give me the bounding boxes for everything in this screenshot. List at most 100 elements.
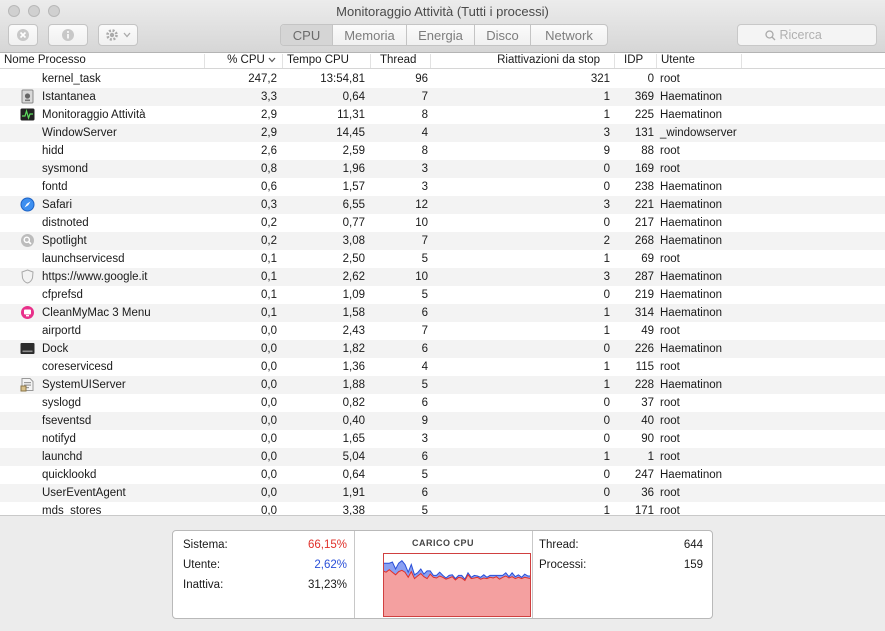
table-row[interactable]: Spotlight 0,2 3,08 7 2 268 Haematinon xyxy=(0,232,885,250)
process-user: Haematinon xyxy=(660,469,723,481)
table-row[interactable]: Dock 0,0 1,82 6 0 226 Haematinon xyxy=(0,340,885,358)
idle-wakeups: 0 xyxy=(603,415,610,427)
inspect-process-button[interactable] xyxy=(48,24,88,46)
table-row[interactable]: fontd 0,6 1,57 3 0 238 Haematinon xyxy=(0,178,885,196)
table-row[interactable]: UserEventAgent 0,0 1,91 6 0 36 root xyxy=(0,484,885,502)
table-row[interactable]: syslogd 0,0 0,82 6 0 37 root xyxy=(0,394,885,412)
column-header-process-name[interactable]: Nome Processo xyxy=(0,54,205,68)
cpu-time: 5,04 xyxy=(342,451,365,463)
user-label: Utente: xyxy=(183,559,221,571)
idle-wakeups: 1 xyxy=(603,361,610,373)
thread-count: 5 xyxy=(421,289,428,301)
activity-monitor-icon xyxy=(20,107,35,122)
process-name: Spotlight xyxy=(42,235,87,247)
process-name: fseventsd xyxy=(42,415,92,427)
thread-count: 10 xyxy=(415,217,428,229)
thread-count: 6 xyxy=(421,307,428,319)
column-header-idle-wakeups[interactable]: Riattivazioni da stop xyxy=(431,54,615,68)
process-id: 115 xyxy=(635,361,654,373)
table-row[interactable]: coreservicesd 0,0 1,36 4 1 115 root xyxy=(0,358,885,376)
cpu-summary-panel: Sistema: 66,15% Utente: 2,62% Inattiva: … xyxy=(172,530,713,619)
process-user: Haematinon xyxy=(660,91,723,103)
idle-wakeups: 0 xyxy=(603,433,610,445)
cpu-percent: 0,2 xyxy=(261,217,277,229)
idle-wakeups: 1 xyxy=(603,307,610,319)
thread-count: 5 xyxy=(421,505,428,515)
process-id: 169 xyxy=(634,163,654,175)
table-row[interactable]: distnoted 0,2 0,77 10 0 217 Haematinon xyxy=(0,214,885,232)
thread-count: 5 xyxy=(421,469,428,481)
table-row[interactable]: launchd 0,0 5,04 6 1 1 root xyxy=(0,448,885,466)
actions-menu-button[interactable] xyxy=(98,24,138,46)
tab-energia[interactable]: Energia xyxy=(407,25,475,45)
cpu-percent: 0,0 xyxy=(261,487,277,499)
system-value: 66,15% xyxy=(307,539,347,551)
thread-count: 9 xyxy=(421,415,428,427)
tab-network[interactable]: Network xyxy=(531,25,607,45)
process-user: Haematinon xyxy=(660,217,723,229)
cpu-percent: 0,0 xyxy=(261,415,277,427)
column-header-cpu-time[interactable]: Tempo CPU xyxy=(283,54,371,68)
tab-memoria[interactable]: Memoria xyxy=(333,25,407,45)
table-row[interactable]: Istantanea 3,3 0,64 7 1 369 Haematinon xyxy=(0,88,885,106)
table-row[interactable]: sysmond 0,8 1,96 3 0 169 root xyxy=(0,160,885,178)
process-id: 1 xyxy=(647,451,654,463)
cpu-time: 0,64 xyxy=(342,91,365,103)
thread-count: 6 xyxy=(421,343,428,355)
process-id: 268 xyxy=(634,235,654,247)
process-id: 0 xyxy=(647,73,654,85)
cpu-load-chart xyxy=(383,553,531,617)
table-row[interactable]: WindowServer 2,9 14,45 4 3 131 _windowserver xyxy=(0,124,885,142)
table-row[interactable]: SystemUIServer 0,0 1,88 5 1 228 Haematinon xyxy=(0,376,885,394)
cpu-percent: 0,8 xyxy=(261,163,277,175)
tab-cpu[interactable]: CPU xyxy=(281,25,333,45)
table-row[interactable]: CleanMyMac 3 Menu 0,1 1,58 6 1 314 Haematinon xyxy=(0,304,885,322)
process-user: root xyxy=(660,361,680,373)
table-row[interactable]: quicklookd 0,0 0,64 5 0 247 Haematinon xyxy=(0,466,885,484)
table-row[interactable]: mds_stores 0,0 3,38 5 1 171 root xyxy=(0,502,885,515)
column-header-user[interactable]: Utente xyxy=(657,54,742,68)
process-name: cfprefsd xyxy=(42,289,83,301)
table-row[interactable]: launchservicesd 0,1 2,50 5 1 69 root xyxy=(0,250,885,268)
process-id: 37 xyxy=(641,397,654,409)
idle-wakeups: 0 xyxy=(603,181,610,193)
thread-count: 96 xyxy=(415,73,428,85)
column-header-cpu-percent[interactable]: % CPU xyxy=(205,54,283,68)
sort-descending-icon xyxy=(268,57,276,63)
tab-disco[interactable]: Disco xyxy=(475,25,531,45)
divider xyxy=(532,531,533,618)
search-input[interactable] xyxy=(779,28,850,42)
table-row[interactable]: Safari 0,3 6,55 12 3 221 Haematinon xyxy=(0,196,885,214)
table-row[interactable]: cfprefsd 0,1 1,09 5 0 219 Haematinon xyxy=(0,286,885,304)
thread-count: 3 xyxy=(421,163,428,175)
cpu-time: 6,55 xyxy=(342,199,365,211)
process-name: notifyd xyxy=(42,433,76,445)
process-id: 131 xyxy=(634,127,654,139)
column-header-cpu-label: % CPU xyxy=(227,54,265,66)
user-value: 2,62% xyxy=(314,559,347,571)
idle-wakeups: 1 xyxy=(603,253,610,265)
idle-wakeups: 0 xyxy=(603,487,610,499)
thread-count: 10 xyxy=(415,271,428,283)
quit-process-button[interactable] xyxy=(8,24,38,46)
idle-wakeups: 321 xyxy=(590,73,610,85)
table-row[interactable]: Monitoraggio Attività 2,9 11,31 8 1 225 Haemat… xyxy=(0,106,885,124)
process-name: SystemUIServer xyxy=(42,379,126,391)
idle-wakeups: 0 xyxy=(603,469,610,481)
cpu-time: 1,82 xyxy=(342,343,365,355)
cpu-summary-area: Sistema: 66,15% Utente: 2,62% Inattiva: … xyxy=(0,515,885,631)
systemuiserver-icon xyxy=(20,377,35,392)
table-row[interactable]: fseventsd 0,0 0,40 9 0 40 root xyxy=(0,412,885,430)
table-row[interactable]: notifyd 0,0 1,65 3 0 90 root xyxy=(0,430,885,448)
thread-count: 5 xyxy=(421,379,428,391)
table-row[interactable]: kernel_task 247,2 13:54,81 96 321 0 root xyxy=(0,70,885,88)
process-name: Dock xyxy=(42,343,69,355)
table-row[interactable]: https://www.google.it 0,1 2,62 10 3 287 Haemat… xyxy=(0,268,885,286)
column-header-threads[interactable]: Thread xyxy=(371,54,431,68)
process-user: Haematinon xyxy=(660,343,723,355)
table-row[interactable]: hidd 2,6 2,59 8 9 88 root xyxy=(0,142,885,160)
table-row[interactable]: airportd 0,0 2,43 7 1 49 root xyxy=(0,322,885,340)
search-field[interactable] xyxy=(737,24,877,46)
column-header-pid[interactable]: IDP xyxy=(615,54,657,68)
process-name: mds_stores xyxy=(42,505,102,515)
